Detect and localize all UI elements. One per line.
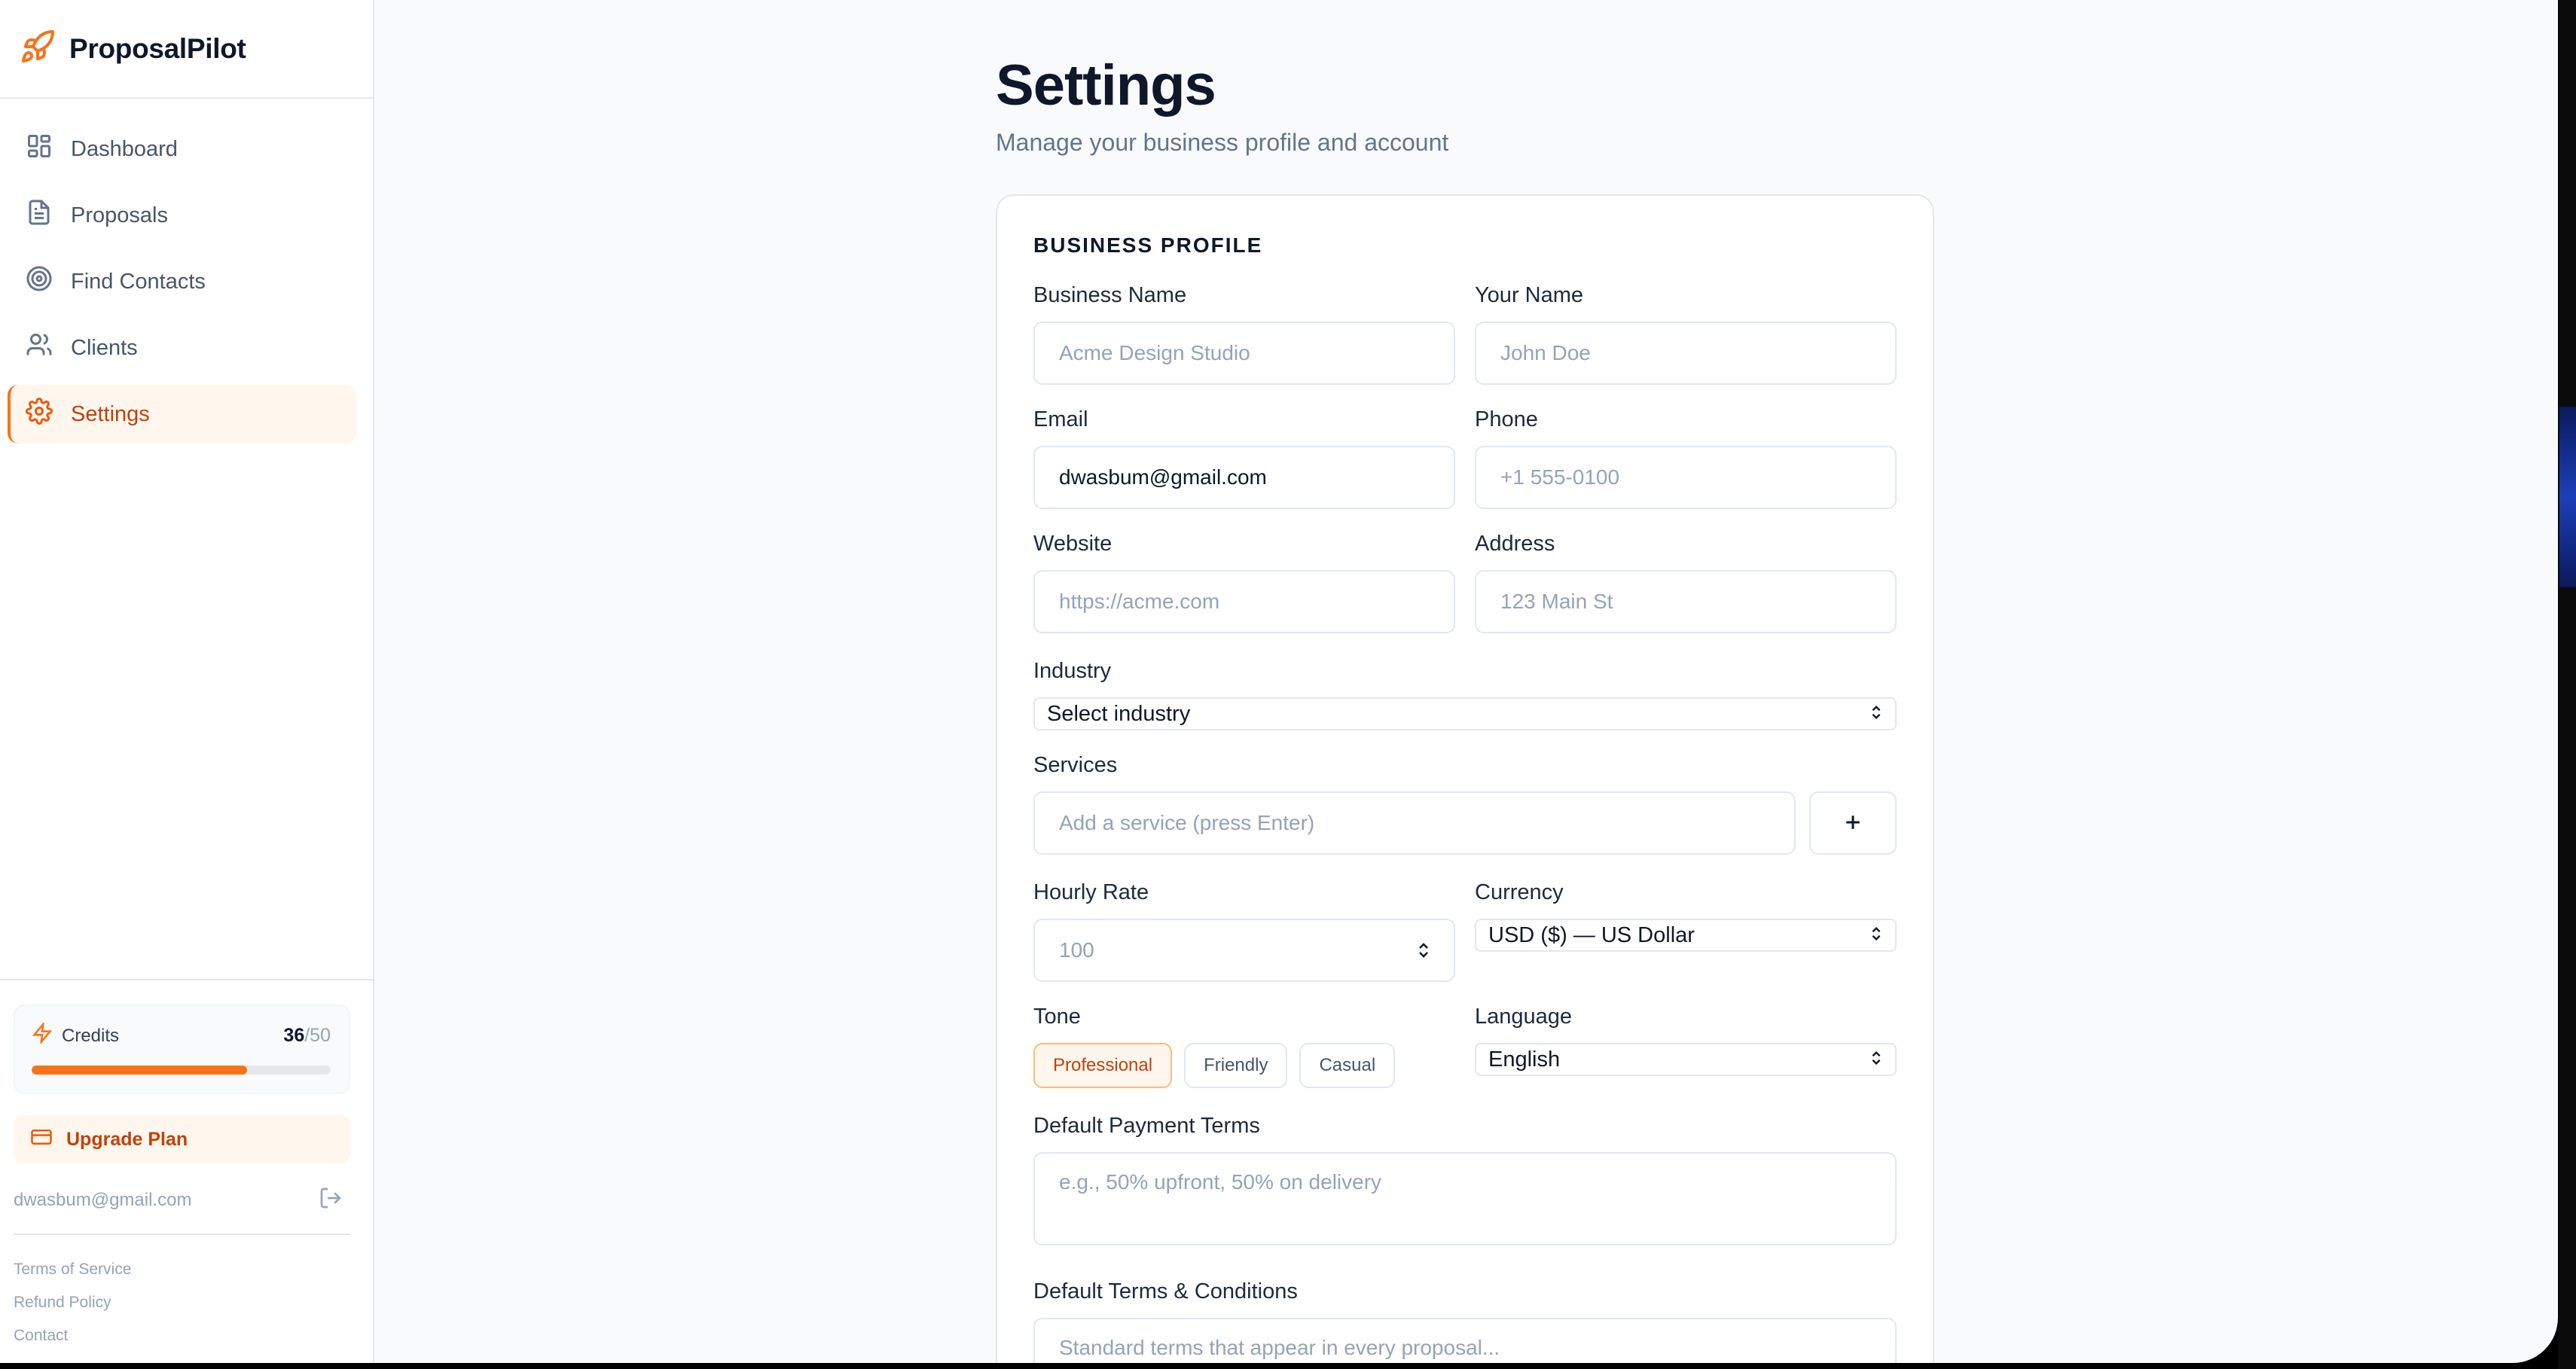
terms-conditions-textarea[interactable] [1033, 1318, 1897, 1363]
payment-terms-textarea[interactable] [1033, 1152, 1897, 1246]
services-label: Services [1033, 753, 1118, 777]
chevron-up-down-icon [1868, 923, 1885, 948]
your-name-label: Your Name [1475, 283, 1584, 307]
page-title: Settings [996, 53, 1216, 117]
tone-options: Professional Friendly Casual [1033, 1043, 1455, 1088]
credits-label: Credits [62, 1025, 120, 1046]
your-name-input[interactable] [1475, 322, 1897, 385]
plus-icon [1842, 811, 1864, 836]
sidebar-item-settings[interactable]: Settings [8, 385, 356, 444]
brand-name: ProposalPilot [69, 32, 246, 64]
business-name-label: Business Name [1033, 283, 1187, 307]
payment-terms-label: Default Payment Terms [1033, 1114, 1260, 1138]
window-edge [2558, 0, 2576, 1369]
number-stepper-icon[interactable] [1415, 941, 1433, 960]
tone-friendly-button[interactable]: Friendly [1184, 1043, 1288, 1088]
chevron-up-down-icon [1868, 702, 1885, 727]
sidebar-item-label: Proposals [71, 203, 168, 227]
phone-input[interactable] [1475, 446, 1897, 509]
sidebar-item-label: Clients [71, 335, 138, 360]
website-input[interactable] [1033, 570, 1455, 633]
credit-card-icon [30, 1126, 53, 1154]
document-icon [26, 199, 53, 232]
sidebar-item-label: Find Contacts [71, 269, 206, 294]
industry-selected-value: Select industry [1047, 701, 1191, 726]
address-label: Address [1475, 532, 1555, 556]
lightning-icon [32, 1021, 53, 1049]
add-service-button[interactable] [1809, 791, 1897, 855]
credits-progress-fill [32, 1066, 247, 1075]
terms-of-service-link[interactable]: Terms of Service [14, 1253, 350, 1286]
address-input[interactable] [1475, 570, 1897, 633]
sidebar-item-clients[interactable]: Clients [8, 319, 356, 377]
tone-professional-button[interactable]: Professional [1033, 1043, 1173, 1088]
app-window: ProposalPilot Dashboard Proposals Find C… [0, 0, 2558, 1363]
credits-progress-bar [32, 1066, 331, 1075]
hourly-rate-input[interactable] [1033, 919, 1455, 982]
refund-policy-link[interactable]: Refund Policy [14, 1286, 350, 1319]
services-input[interactable] [1033, 791, 1796, 855]
business-name-input[interactable] [1033, 322, 1455, 385]
tone-label: Tone [1033, 1005, 1081, 1029]
user-email: dwasbum@gmail.com [14, 1189, 192, 1210]
industry-select[interactable]: Select industry [1033, 697, 1897, 730]
currency-label: Currency [1475, 880, 1564, 904]
sidebar-item-label: Dashboard [71, 136, 178, 161]
business-profile-card: BUSINESS PROFILE Business Name Your Name… [996, 194, 1934, 1363]
credits-card: Credits 36/50 [14, 1005, 350, 1094]
sidebar-item-proposals[interactable]: Proposals [8, 186, 356, 245]
sidebar-item-find-contacts[interactable]: Find Contacts [8, 252, 356, 311]
tone-casual-button[interactable]: Casual [1299, 1043, 1396, 1088]
sidebar-item-dashboard[interactable]: Dashboard [8, 120, 356, 178]
target-icon [26, 265, 53, 298]
language-selected-value: English [1488, 1047, 1561, 1072]
currency-select[interactable]: USD ($) — US Dollar [1475, 919, 1897, 952]
language-label: Language [1475, 1005, 1573, 1029]
page-subtitle: Manage your business profile and account [996, 129, 1449, 156]
sidebar-footer: Credits 36/50 Upgrade Plan dwasbum@gmail… [0, 979, 373, 1363]
email-input[interactable] [1033, 446, 1455, 509]
gear-icon [26, 398, 53, 431]
website-label: Website [1033, 532, 1113, 556]
sidebar-item-label: Settings [71, 401, 150, 426]
section-title: BUSINESS PROFILE [1033, 233, 1263, 257]
industry-label: Industry [1033, 659, 1112, 683]
currency-selected-value: USD ($) — US Dollar [1488, 922, 1695, 947]
hourly-rate-label: Hourly Rate [1033, 880, 1149, 904]
footer-links: Terms of Service Refund Policy Contact [14, 1233, 350, 1352]
sidebar-nav: Dashboard Proposals Find Contacts Client… [0, 99, 373, 444]
phone-label: Phone [1475, 407, 1538, 431]
upgrade-plan-label: Upgrade Plan [66, 1128, 188, 1150]
credits-used: 36 [283, 1025, 305, 1046]
desktop-background-strip [2559, 407, 2576, 587]
user-row: dwasbum@gmail.com [14, 1186, 350, 1214]
dashboard-icon [26, 133, 53, 166]
main-content: Settings Manage your business profile an… [374, 0, 2558, 1363]
upgrade-plan-button[interactable]: Upgrade Plan [14, 1115, 350, 1163]
chevron-up-down-icon [1868, 1047, 1885, 1072]
rocket-icon [20, 29, 56, 69]
credits-total: /50 [304, 1025, 331, 1046]
sidebar: ProposalPilot Dashboard Proposals Find C… [0, 0, 374, 1363]
contact-link[interactable]: Contact [14, 1319, 350, 1352]
email-label: Email [1033, 407, 1088, 431]
users-icon [26, 331, 53, 364]
terms-conditions-label: Default Terms & Conditions [1033, 1279, 1298, 1303]
language-select[interactable]: English [1475, 1043, 1897, 1076]
logout-icon[interactable] [319, 1186, 343, 1214]
brand[interactable]: ProposalPilot [0, 0, 373, 99]
